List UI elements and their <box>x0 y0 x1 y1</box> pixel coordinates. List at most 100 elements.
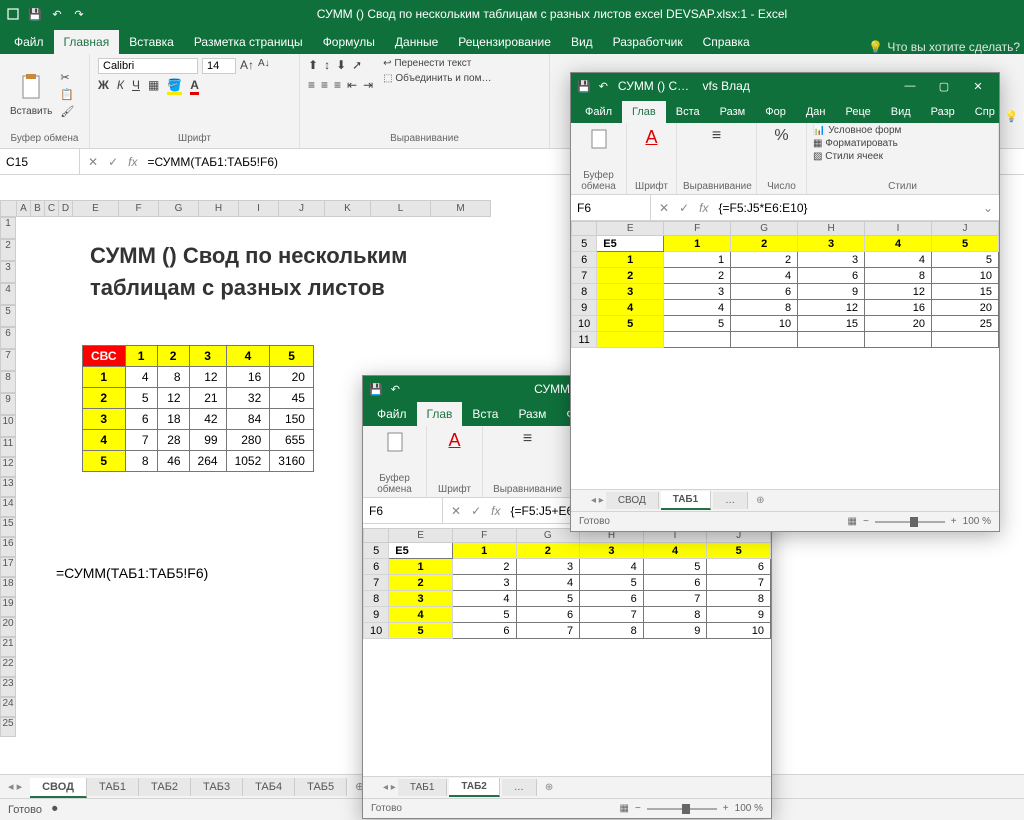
redo-icon[interactable]: ↷ <box>72 7 86 21</box>
wrap-text-button[interactable]: ↩ Перенести текст <box>383 58 491 69</box>
view-normal-icon[interactable]: ▦ <box>848 516 857 527</box>
w3-paste[interactable] <box>577 125 620 155</box>
autosave-icon[interactable] <box>6 7 20 21</box>
tab-insert[interactable]: Вставка <box>119 30 184 54</box>
w2-tab-file[interactable]: Файл <box>367 402 417 426</box>
w3-tab-help1[interactable]: Спр <box>965 101 1005 123</box>
tab-home[interactable]: Главная <box>54 30 120 54</box>
tab-file[interactable]: Файл <box>4 30 54 54</box>
w2-align-button[interactable]: ≡ <box>489 428 566 450</box>
add-sheet-icon[interactable]: ⊕ <box>539 782 559 793</box>
w2-sheet-tab2[interactable]: ТАБ2 <box>449 778 499 797</box>
w3-format-table[interactable]: ▦ Форматировать <box>813 138 992 149</box>
w3-tab-data[interactable]: Дан <box>796 101 836 123</box>
record-macro-icon[interactable]: ⏺ <box>52 803 58 816</box>
w3-cell-styles[interactable]: ▨ Стили ячеек <box>813 151 992 162</box>
w3-tab-file[interactable]: Файл <box>575 101 622 123</box>
close-icon[interactable]: ✕ <box>963 80 993 93</box>
enter-icon[interactable]: ✓ <box>679 201 689 215</box>
increase-font-icon[interactable]: A↑ <box>240 58 254 74</box>
italic-button[interactable]: К <box>117 78 124 95</box>
w3-number[interactable]: % <box>763 125 800 147</box>
align-top-icon[interactable]: ⬆ <box>308 58 318 72</box>
zoom-in-icon[interactable]: + <box>951 516 957 527</box>
align-middle-icon[interactable]: ↕ <box>324 58 330 72</box>
fx-icon[interactable]: fx <box>491 504 500 518</box>
sheet-tab-СВОД[interactable]: СВОД <box>30 778 87 798</box>
paste-button[interactable]: Вставить <box>8 58 54 131</box>
tab-review[interactable]: Рецензирование <box>448 30 561 54</box>
font-color-icon[interactable]: A <box>190 78 199 95</box>
nav-arrows-icon[interactable]: ◂ ▸ <box>591 495 604 506</box>
font-name[interactable] <box>98 58 198 74</box>
fx-icon[interactable]: fx <box>699 201 708 215</box>
tab-layout[interactable]: Разметка страницы <box>184 30 313 54</box>
orientation-icon[interactable]: ➚ <box>352 58 362 72</box>
sheet-tab-ТАБ5[interactable]: ТАБ5 <box>295 778 347 796</box>
merge-button[interactable]: ⬚ Объединить и пом… <box>383 73 491 84</box>
w3-font[interactable]: A <box>633 125 670 150</box>
w3-tab-view[interactable]: Вид <box>881 101 921 123</box>
border-icon[interactable]: ▦ <box>148 78 159 95</box>
copy-icon[interactable]: 📋 <box>60 88 74 101</box>
w3-align[interactable]: ≡ <box>683 125 750 147</box>
undo-icon[interactable]: ↶ <box>50 7 64 21</box>
tab-view[interactable]: Вид <box>561 30 603 54</box>
view-normal-icon[interactable]: ▦ <box>620 803 629 814</box>
w3-tab-formulas[interactable]: Фор <box>755 101 796 123</box>
add-sheet-icon[interactable]: ⊕ <box>750 495 770 506</box>
w2-sheet-more[interactable]: … <box>502 779 537 796</box>
w3-tab-dev[interactable]: Разр <box>921 101 965 123</box>
indent-inc-icon[interactable]: ⇥ <box>363 78 373 92</box>
indent-dec-icon[interactable]: ⇤ <box>347 78 357 92</box>
w3-cond-format[interactable]: 📊 Условное форм <box>813 125 992 136</box>
tell-me[interactable]: 💡 Что вы хотите сделать? <box>868 40 1020 54</box>
align-right-icon[interactable]: ≡ <box>334 78 341 92</box>
maximize-icon[interactable]: ▢ <box>929 80 959 93</box>
align-center-icon[interactable]: ≡ <box>321 78 328 92</box>
w3-namebox[interactable]: F6 <box>571 195 651 220</box>
w2-tab-insert[interactable]: Вста <box>462 402 508 426</box>
w2-paste-button[interactable] <box>369 428 420 458</box>
cut-icon[interactable]: ✂ <box>60 71 74 84</box>
zoom-out-icon[interactable]: − <box>863 516 869 527</box>
name-box[interactable]: C15 <box>0 149 80 174</box>
undo-icon[interactable]: ↶ <box>391 383 400 396</box>
save-icon[interactable]: 💾 <box>369 383 383 396</box>
enter-icon[interactable]: ✓ <box>108 155 118 169</box>
w3-tab-insert[interactable]: Вста <box>666 101 710 123</box>
w3-formula[interactable]: {=F5:J5*E6:E10} <box>716 199 976 217</box>
w3-sheet-tab1[interactable]: ТАБ1 <box>661 491 711 510</box>
enter-icon[interactable]: ✓ <box>471 504 481 518</box>
nav-arrows-icon[interactable]: ◂ ▸ <box>0 780 30 793</box>
underline-button[interactable]: Ч <box>132 78 140 95</box>
sheet-tab-ТАБ4[interactable]: ТАБ4 <box>243 778 295 796</box>
w2-sheet-tab1[interactable]: ТАБ1 <box>398 779 448 796</box>
brush-icon[interactable]: 🖌 <box>60 105 74 118</box>
expand-icon[interactable]: ⌄ <box>977 201 999 215</box>
w3-tab-layout[interactable]: Разм <box>710 101 756 123</box>
cancel-icon[interactable]: ✕ <box>659 201 669 215</box>
align-bottom-icon[interactable]: ⬇ <box>336 58 346 72</box>
w3-sheet-svod[interactable]: СВОД <box>606 492 659 509</box>
w3-tab-home[interactable]: Глав <box>622 101 666 123</box>
tab-data[interactable]: Данные <box>385 30 448 54</box>
sheet-tab-ТАБ3[interactable]: ТАБ3 <box>191 778 243 796</box>
save-icon[interactable]: 💾 <box>28 7 42 21</box>
save-icon[interactable]: 💾 <box>577 80 591 93</box>
fx-icon[interactable]: fx <box>128 155 137 169</box>
align-left-icon[interactable]: ≡ <box>308 78 315 92</box>
fill-color-icon[interactable]: 🪣 <box>167 78 182 95</box>
zoom-in-icon[interactable]: + <box>723 803 729 814</box>
sheet-tab-ТАБ2[interactable]: ТАБ2 <box>139 778 191 796</box>
tab-formulas[interactable]: Формулы <box>313 30 385 54</box>
w3-tab-review[interactable]: Реце <box>835 101 880 123</box>
sheet-tab-ТАБ1[interactable]: ТАБ1 <box>87 778 139 796</box>
w3-grid[interactable]: EFGHIJ 5E5123456112345722468108336912159… <box>571 221 999 348</box>
nav-arrows-icon[interactable]: ◂ ▸ <box>383 782 396 793</box>
cancel-icon[interactable]: ✕ <box>451 504 461 518</box>
bold-button[interactable]: Ж <box>98 78 109 95</box>
undo-icon[interactable]: ↶ <box>599 80 608 93</box>
decrease-font-icon[interactable]: A↓ <box>258 58 270 74</box>
w2-namebox[interactable]: F6 <box>363 498 443 523</box>
